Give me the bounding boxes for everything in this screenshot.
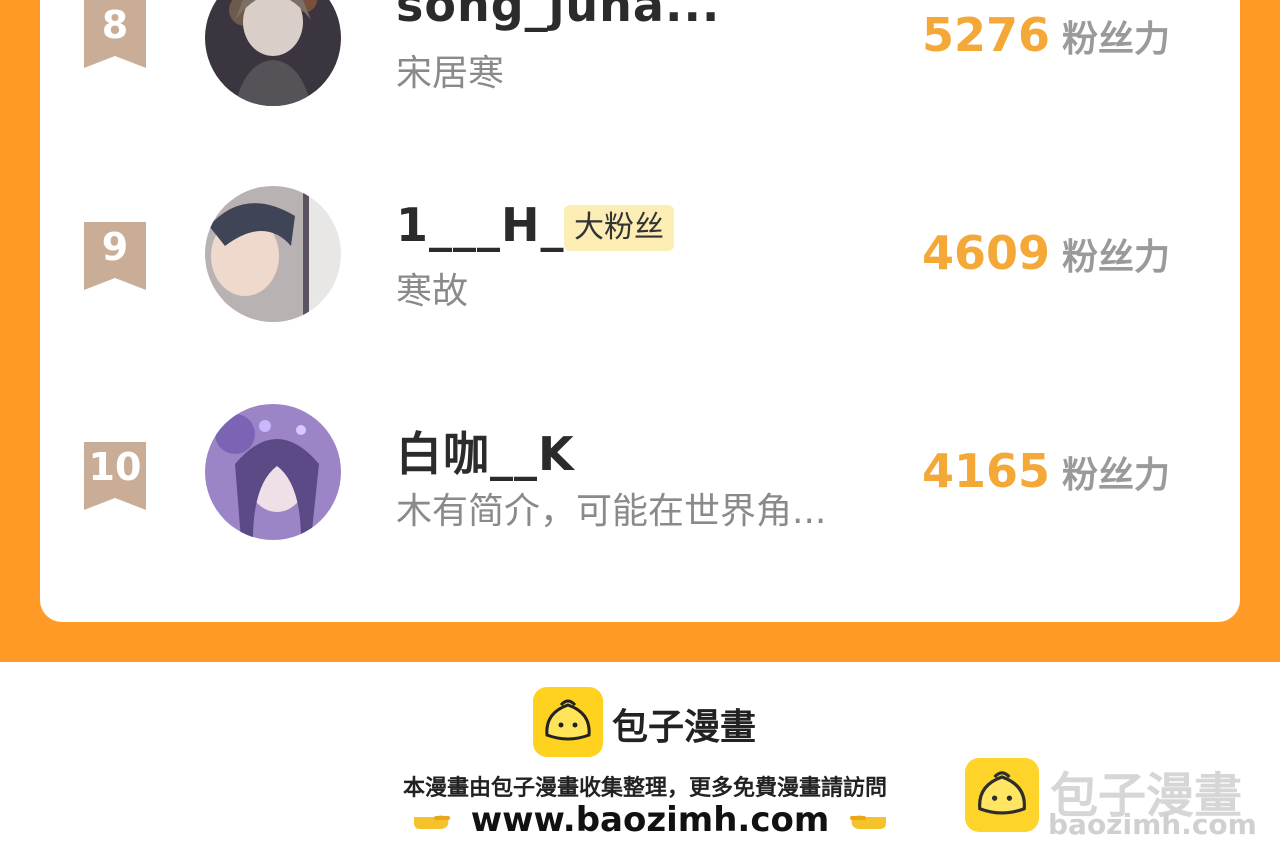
- user-name[interactable]: song_juna...: [396, 0, 720, 32]
- fan-score: 4165 粉丝力: [922, 444, 1170, 498]
- big-fan-badge: 大粉丝: [564, 205, 674, 251]
- user-bio: 宋居寒: [396, 53, 505, 94]
- watermark-logo-icon: [965, 758, 1039, 832]
- footer-brand: 包子漫畫: [612, 707, 757, 748]
- rank-ribbon: 8: [84, 0, 146, 68]
- rank-number: 9: [101, 225, 129, 269]
- footer-url-link[interactable]: www.baozimh.com: [471, 800, 830, 840]
- score-value: 4165: [921, 444, 1050, 498]
- user-bio: 寒故: [396, 271, 469, 312]
- score-unit: 粉丝力: [1061, 455, 1170, 496]
- avatar[interactable]: [205, 0, 341, 106]
- user-bio: 木有简介，可能在世界角...: [396, 491, 827, 532]
- user-name[interactable]: 1___H_: [396, 198, 565, 252]
- rank-ribbon: 9: [84, 222, 146, 290]
- ranking-card: 8 song_juna... 宋居寒 5276 粉丝力 9 1___H_ 寒故 …: [40, 0, 1240, 622]
- pointing-hand-icon: [412, 807, 452, 833]
- pointing-hand-icon: [848, 807, 888, 833]
- fan-score: 4609 粉丝力: [922, 226, 1170, 280]
- baozi-logo-icon[interactable]: [533, 687, 603, 757]
- watermark-url: baozimh.com: [1048, 808, 1257, 841]
- score-value: 5276: [921, 8, 1050, 62]
- score-unit: 粉丝力: [1061, 19, 1170, 60]
- rank-number: 8: [101, 3, 129, 47]
- avatar[interactable]: [205, 404, 341, 540]
- rank-number: 10: [88, 445, 142, 489]
- user-name[interactable]: 白咖__K: [396, 418, 575, 484]
- score-value: 4609: [921, 226, 1050, 280]
- avatar[interactable]: [205, 186, 341, 322]
- fan-score: 5276 粉丝力: [922, 8, 1170, 62]
- score-unit: 粉丝力: [1061, 237, 1170, 278]
- ranking-row[interactable]: 10 白咖__K 木有简介，可能在世界角... 4165 粉丝力: [40, 404, 1240, 544]
- ranking-row[interactable]: 8 song_juna... 宋居寒 5276 粉丝力: [40, 0, 1240, 110]
- rank-ribbon: 10: [84, 442, 146, 510]
